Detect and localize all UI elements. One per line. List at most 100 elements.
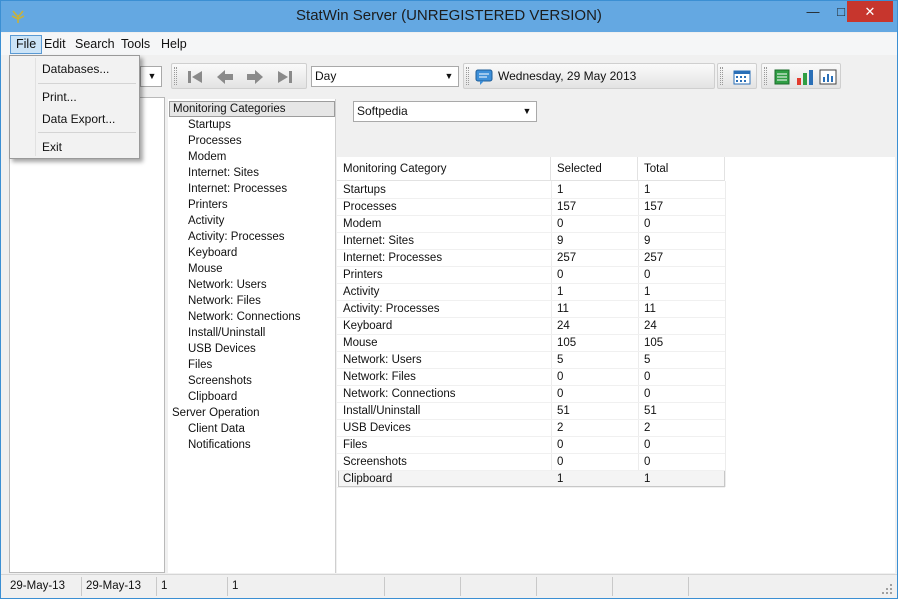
last-icon[interactable] (275, 68, 295, 86)
table-cell-selected[interactable]: 11 (551, 301, 569, 318)
table-cell-total[interactable]: 0 (638, 369, 650, 386)
table-cell-total[interactable]: 157 (638, 199, 663, 216)
toolbar-grip[interactable] (174, 67, 177, 85)
table-cell-category[interactable]: Activity (337, 284, 379, 301)
table-cell-category[interactable]: Mouse (337, 335, 378, 352)
tree-item[interactable]: Install/Uninstall (188, 325, 265, 341)
table-cell-category[interactable]: Network: Connections (337, 386, 456, 403)
table-cell-category[interactable]: Activity: Processes (337, 301, 440, 318)
calendar-icon[interactable] (732, 68, 752, 86)
period-select[interactable]: Day ▼ (311, 66, 459, 87)
menu-item-data-export[interactable]: Data Export... (42, 110, 115, 128)
list-view-icon[interactable] (772, 68, 792, 86)
menu-item-print[interactable]: Print... (42, 88, 77, 106)
tree-item[interactable]: Network: Files (188, 293, 261, 309)
table-cell-category[interactable]: Install/Uninstall (337, 403, 420, 420)
tree-item[interactable]: Startups (188, 117, 231, 133)
minimize-button[interactable]: — (799, 1, 827, 22)
column-header-selected[interactable]: Selected (551, 157, 638, 181)
table-cell-total[interactable]: 51 (638, 403, 657, 420)
table-cell-category[interactable]: Printers (337, 267, 383, 284)
table-cell-selected[interactable]: 1 (551, 284, 563, 301)
tree-item-monitoring-categories[interactable]: Monitoring Categories (169, 101, 335, 117)
table-cell-selected[interactable]: 0 (551, 454, 563, 471)
menu-item-databases[interactable]: Databases... (42, 60, 109, 78)
table-cell-selected[interactable]: 0 (551, 267, 563, 284)
menu-edit[interactable]: Edit (39, 35, 71, 54)
table-cell-selected[interactable]: 105 (551, 335, 576, 352)
tree-item[interactable]: Printers (188, 197, 228, 213)
previous-icon[interactable] (215, 68, 235, 86)
tree-item[interactable]: Network: Connections (188, 309, 301, 325)
table-cell-total[interactable]: 5 (638, 352, 650, 369)
tree-item[interactable]: Client Data (188, 421, 245, 437)
table-cell-total[interactable]: 0 (638, 386, 650, 403)
tree-item[interactable]: Activity: Processes (188, 229, 285, 245)
column-header-category[interactable]: Monitoring Category (337, 157, 551, 181)
close-button[interactable]: ✕ (847, 1, 893, 22)
menu-search[interactable]: Search (70, 35, 120, 54)
bar-chart-icon[interactable] (795, 68, 815, 86)
table-cell-category[interactable]: Clipboard (337, 471, 392, 488)
table-cell-total[interactable]: 0 (638, 216, 650, 233)
table-cell-selected[interactable]: 2 (551, 420, 563, 437)
table-cell-total[interactable]: 11 (638, 301, 656, 318)
table-cell-category[interactable]: Startups (337, 182, 386, 199)
table-cell-total[interactable]: 0 (638, 437, 650, 454)
toolbar-grip[interactable] (764, 67, 767, 85)
chart-report-icon[interactable] (818, 68, 838, 86)
table-cell-total[interactable]: 1 (638, 471, 650, 488)
column-header-total[interactable]: Total (638, 157, 725, 181)
computer-select[interactable]: Softpedia ▼ (353, 101, 537, 122)
tree-item[interactable]: Clipboard (188, 389, 237, 405)
tree-item[interactable]: Screenshots (188, 373, 252, 389)
tree-item[interactable]: Modem (188, 149, 226, 165)
tree-item[interactable]: Keyboard (188, 245, 237, 261)
table-cell-category[interactable]: Keyboard (337, 318, 392, 335)
table-cell-category[interactable]: USB Devices (337, 420, 411, 437)
table-cell-selected[interactable]: 5 (551, 352, 563, 369)
table-cell-total[interactable]: 0 (638, 454, 650, 471)
title-bar[interactable]: StatWin Server (UNREGISTERED VERSION) — … (1, 1, 897, 32)
table-cell-total[interactable]: 2 (638, 420, 650, 437)
table-cell-selected[interactable]: 51 (551, 403, 570, 420)
tree-item[interactable]: Files (188, 357, 212, 373)
table-cell-selected[interactable]: 157 (551, 199, 576, 216)
table-cell-selected[interactable]: 9 (551, 233, 563, 250)
table-cell-category[interactable]: Screenshots (337, 454, 407, 471)
tree-item[interactable]: Processes (188, 133, 242, 149)
table-cell-category[interactable]: Files (337, 437, 367, 454)
tree-item[interactable]: Activity (188, 213, 224, 229)
toolbar-grip[interactable] (720, 67, 723, 85)
table-cell-selected[interactable]: 0 (551, 369, 563, 386)
menu-item-exit[interactable]: Exit (42, 138, 62, 156)
table-cell-selected[interactable]: 1 (551, 182, 563, 199)
table-cell-selected[interactable]: 24 (551, 318, 570, 335)
table-cell-category[interactable]: Modem (337, 216, 381, 233)
table-cell-total[interactable]: 1 (638, 284, 650, 301)
table-cell-total[interactable]: 257 (638, 250, 663, 267)
table-cell-total[interactable]: 24 (638, 318, 657, 335)
table-cell-category[interactable]: Internet: Sites (337, 233, 414, 250)
next-icon[interactable] (245, 68, 265, 86)
resize-grip-icon[interactable] (881, 583, 893, 595)
table-cell-total[interactable]: 1 (638, 182, 650, 199)
tree-item[interactable]: Notifications (188, 437, 251, 453)
menu-tools[interactable]: Tools (116, 35, 155, 54)
table-cell-selected[interactable]: 1 (551, 471, 563, 488)
tree-item[interactable]: USB Devices (188, 341, 256, 357)
table-cell-total[interactable]: 9 (638, 233, 650, 250)
date-picker-button[interactable]: Wednesday, 29 May 2013 (463, 63, 715, 89)
table-cell-category[interactable]: Network: Users (337, 352, 422, 369)
menu-file[interactable]: File (10, 35, 43, 54)
table-cell-category[interactable]: Internet: Processes (337, 250, 442, 267)
table-cell-selected[interactable]: 0 (551, 437, 563, 454)
toolbar-grip[interactable] (466, 67, 469, 85)
tree-item[interactable]: Internet: Processes (188, 181, 287, 197)
first-icon[interactable] (185, 68, 205, 86)
table-cell-selected[interactable]: 0 (551, 216, 563, 233)
table-cell-selected[interactable]: 257 (551, 250, 576, 267)
tree-item[interactable]: Network: Users (188, 277, 267, 293)
table-cell-category[interactable]: Network: Files (337, 369, 416, 386)
hidden-combo[interactable]: ▼ (140, 66, 162, 87)
